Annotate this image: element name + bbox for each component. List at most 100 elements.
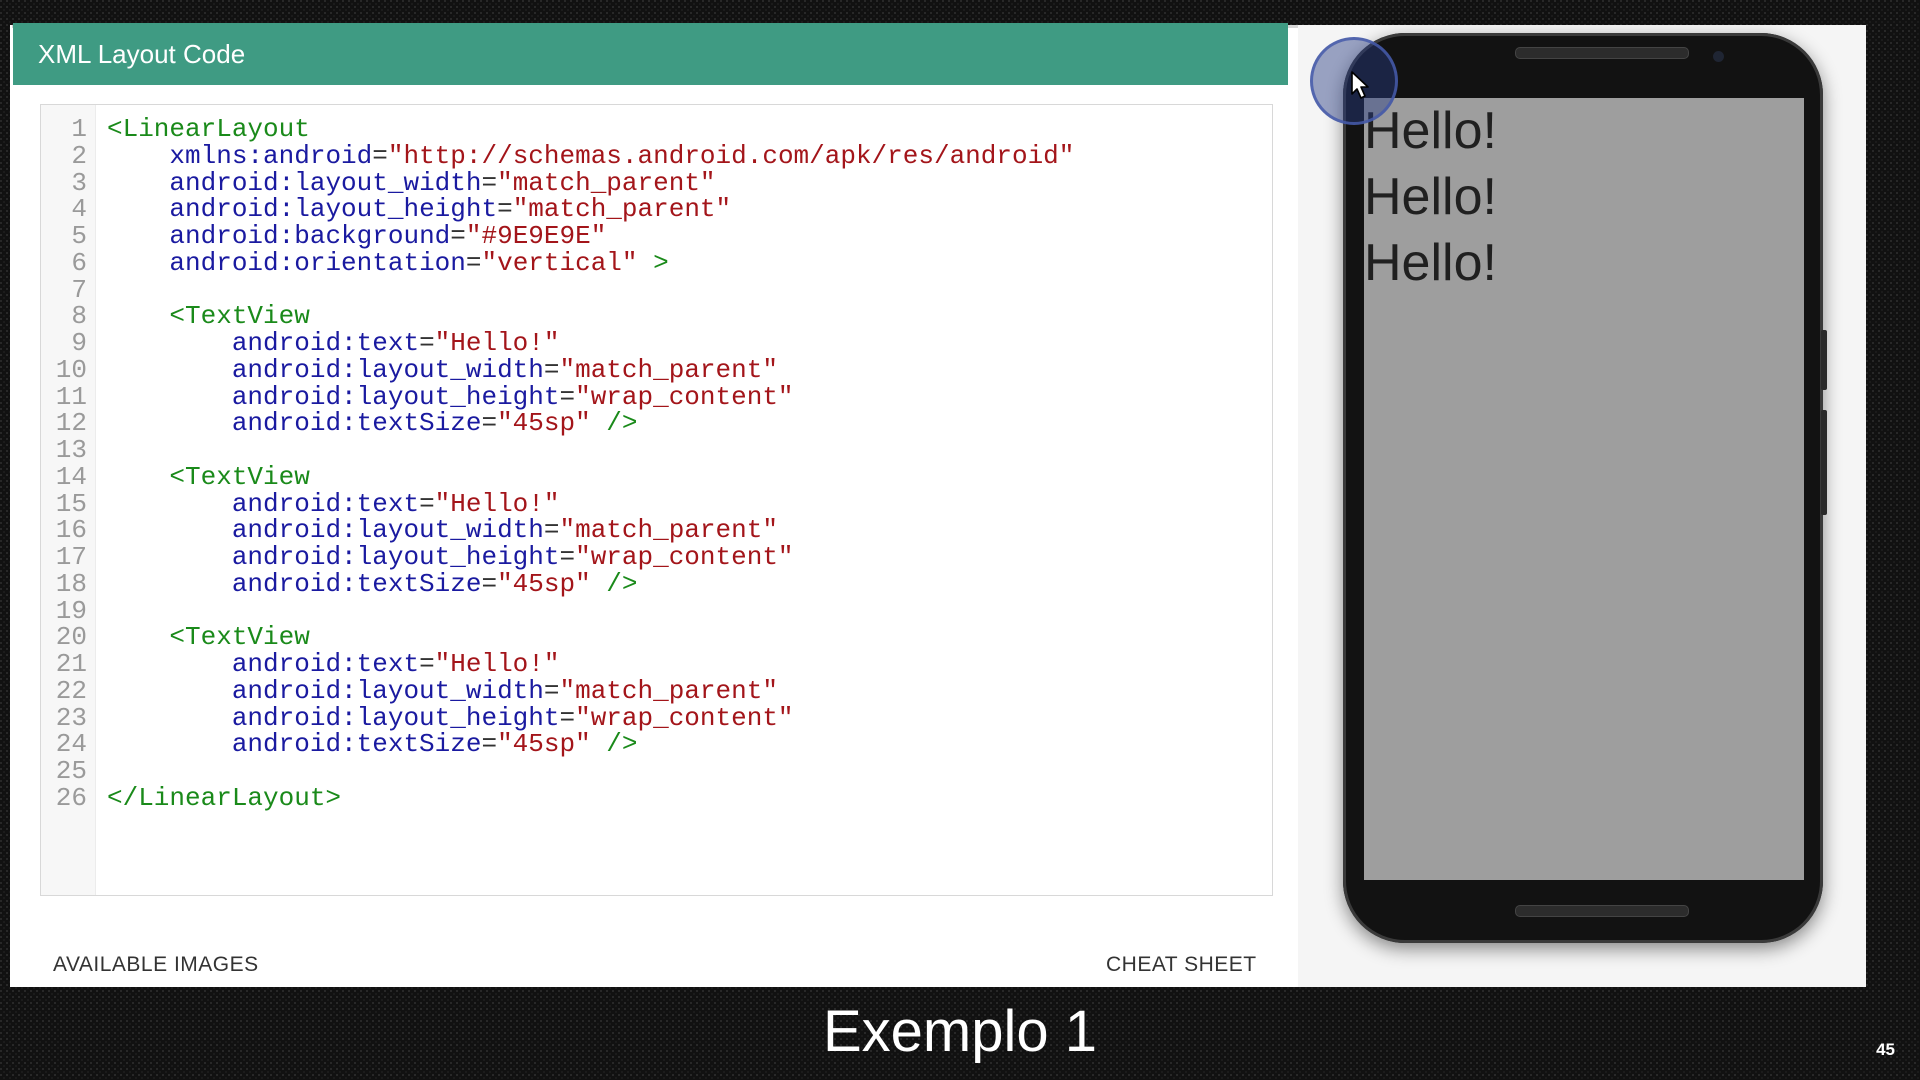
code-token-attr: android:layout_height [231, 542, 560, 572]
code-token-punc: = [465, 247, 482, 278]
code-line: 2 xmlns:android="http://schemas.android.… [41, 140, 1272, 171]
code-line: 9 android:text="Hello!" [41, 330, 1272, 357]
code-token-attr: android:layout_width [231, 354, 544, 385]
code-text: <LinearLayout [107, 116, 310, 143]
code-token-attr: android:textSize [231, 568, 482, 599]
code-token-str: "vertical" [481, 247, 638, 278]
code-line: 5 android:background="#9E9E9E" [41, 223, 1272, 250]
code-line: 1 <LinearLayout [41, 116, 1272, 143]
code-line: 15 android:text="Hello!" [41, 488, 1272, 519]
code-text: android:layout_height="wrap_content" [107, 381, 794, 412]
code-token-str: "match_parent" [559, 354, 778, 385]
code-token-attr: android:layout_width [169, 167, 482, 198]
line-number: 11 [55, 381, 87, 412]
line-number: 14 [55, 461, 87, 492]
code-text: android:textSize="45sp" /> [107, 410, 638, 437]
code-text: android:layout_width="match_parent" [107, 354, 778, 385]
code-token-tag: /> [590, 408, 638, 439]
code-line: 10 android:layout_width="match_parent" [41, 354, 1272, 385]
line-number: 15 [55, 488, 87, 519]
code-line: 21 android:text="Hello!" [41, 651, 1272, 678]
line-number: 18 [55, 568, 87, 599]
code-text: android:layout_height="wrap_content" [107, 702, 794, 733]
line-number: 13 [55, 435, 87, 465]
code-line: 13 [41, 437, 1272, 464]
code-line: 24 android:textSize="45sp" /> [41, 731, 1272, 758]
phone-screen: Hello! Hello! Hello! [1364, 98, 1804, 880]
line-number: 3 [71, 167, 87, 198]
code-text: android:text="Hello!" [107, 488, 560, 519]
phone-volume-button [1821, 410, 1827, 515]
code-line: 14 <TextView [41, 461, 1272, 492]
code-line: 22 android:layout_width="match_parent" [41, 675, 1272, 706]
code-text: <TextView [107, 301, 310, 332]
code-line: 16 android:layout_width="match_parent" [41, 517, 1272, 544]
line-number: 26 [55, 782, 87, 813]
code-token-str: "Hello!" [434, 328, 560, 358]
code-text: android:layout_width="match_parent" [107, 675, 778, 706]
line-number: 17 [55, 542, 87, 572]
code-line: 20 <TextView [41, 624, 1272, 651]
code-token-attr: android:text [231, 488, 420, 519]
code-token-punc: = [481, 408, 498, 439]
line-number: 1 [71, 114, 87, 144]
code-token-tag: > [637, 247, 669, 278]
line-number: 12 [55, 408, 87, 439]
code-line: 8 <TextView [41, 303, 1272, 330]
cheat-sheet-link[interactable]: CHEAT SHEET [1106, 953, 1257, 977]
line-number: 8 [71, 301, 87, 332]
code-line: 17 android:layout_height="wrap_content" [41, 544, 1272, 571]
line-number: 7 [71, 274, 87, 305]
code-line: 3 android:layout_width="match_parent" [41, 167, 1272, 198]
code-line: 18 android:textSize="45sp" /> [41, 568, 1272, 599]
code-token-str: "45sp" [497, 568, 591, 599]
code-token-str: "match_parent" [497, 167, 716, 198]
code-token-punc: = [419, 649, 435, 679]
code-token-punc: = [372, 140, 388, 171]
line-number: 22 [55, 675, 87, 706]
line-number: 6 [71, 247, 87, 278]
code-token-str: "match_parent" [512, 194, 732, 225]
code-token-str: "match_parent" [559, 515, 778, 546]
code-token-punc: = [543, 354, 560, 385]
code-token-punc: = [419, 328, 435, 358]
line-number: 23 [55, 702, 87, 733]
code-text: <TextView [107, 463, 309, 491]
code-token-attr: android:text [231, 328, 420, 358]
code-token-tag: /> [590, 729, 638, 760]
line-number: 4 [71, 194, 87, 225]
line-number: 2 [71, 140, 87, 171]
hello-text-2: Hello! [1364, 168, 1497, 226]
code-token-attr: android:layout_height [231, 702, 560, 733]
code-token-attr: android:layout_width [231, 675, 544, 706]
code-token-str: "Hello!" [434, 649, 560, 679]
code-line: 4 android:layout_height="match_parent" [41, 196, 1272, 223]
available-images-link[interactable]: AVAILABLE IMAGES [53, 953, 259, 977]
line-number: 24 [55, 729, 87, 760]
code-token-attr: android:layout_width [231, 515, 544, 546]
hello-text-1: Hello! [1364, 102, 1497, 160]
code-token-str: "wrap_content" [575, 702, 794, 733]
code-token-tag: <TextView [169, 301, 310, 332]
code-token-punc: = [419, 488, 435, 519]
page-number: 45 [1876, 1040, 1895, 1059]
code-token-punc: = [450, 221, 466, 251]
line-number: 20 [55, 622, 87, 653]
code-text: android:orientation="vertical" > [107, 247, 669, 278]
line-number: 21 [55, 649, 87, 679]
phone-bottom-speaker [1515, 905, 1689, 917]
code-token-punc: = [481, 568, 498, 599]
code-token-str: "http://schemas.android.com/apk/res/andr… [387, 140, 1075, 171]
code-text: android:text="Hello!" [107, 330, 560, 357]
xml-panel-title: XML Layout Code [38, 39, 246, 69]
code-editor[interactable]: 1 <LinearLayout 2 xmlns:android="http://sc… [40, 104, 1273, 896]
code-token-tag: /> [590, 568, 638, 599]
code-lines: 1 <LinearLayout 2 xmlns:android="http://sc… [41, 116, 1272, 812]
line-number: 5 [71, 221, 87, 251]
code-token-str: "Hello!" [434, 488, 560, 519]
code-token-punc: = [543, 515, 560, 546]
line-number: 16 [55, 515, 87, 546]
slide-subtitle: Exemplo 1 [822, 999, 1098, 1064]
code-token-punc: = [559, 381, 576, 412]
hello-text-3: Hello! [1364, 234, 1497, 292]
